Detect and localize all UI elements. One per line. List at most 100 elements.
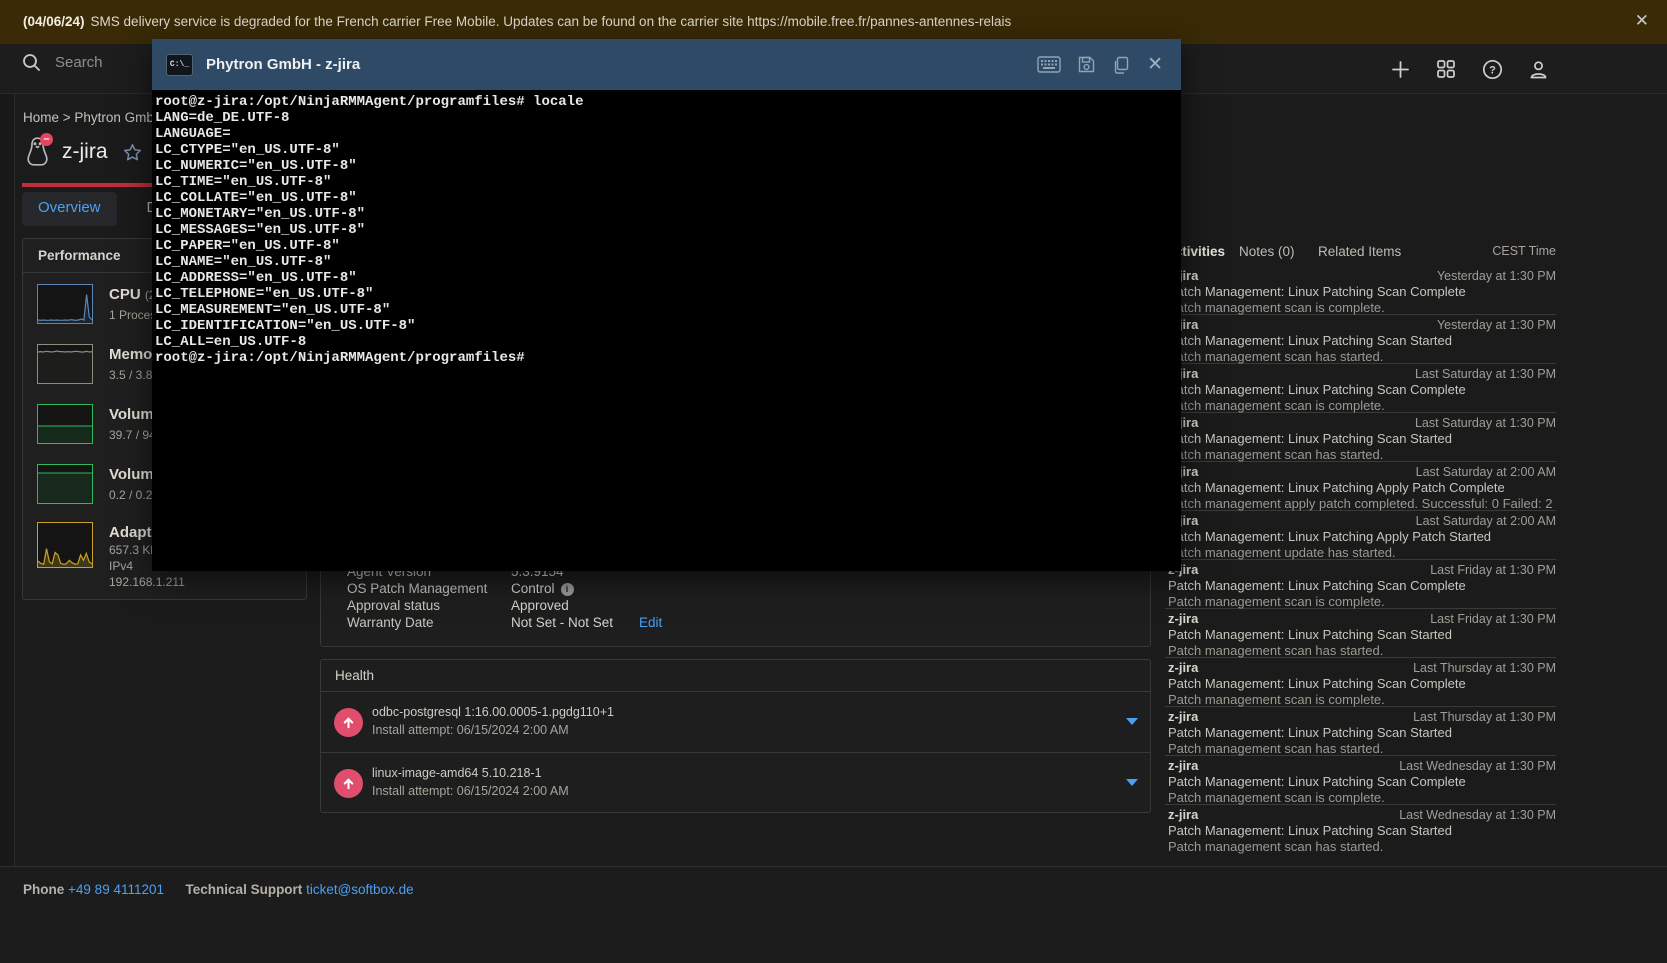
detail-value: Control [511,581,555,597]
phone-link[interactable]: +49 89 4111201 [68,882,164,897]
health-item: linux-image-amd64 5.10.218-1 Install att… [321,753,1150,814]
activity-title: Patch Management: Linux Patching Scan Co… [1168,774,1466,789]
activity-list-item[interactable]: z-jira Last Saturday at 1:30 PM Patch Ma… [1165,364,1556,413]
info-icon[interactable]: i [561,583,574,596]
health-panel-title: Health [321,660,1150,692]
patch-failed-icon [334,708,363,737]
collapsed-sidebar [0,94,15,866]
terminal-close-icon[interactable]: ✕ [1147,56,1163,74]
detail-value: Approved [511,598,569,614]
terminal-output[interactable]: root@z-jira:/opt/NinjaRMMAgent/programfi… [152,90,1181,571]
page-title: z-jira [62,140,108,164]
metric-sparkline-chart[interactable] [37,404,93,444]
keyboard-icon[interactable] [1037,56,1061,73]
metric-sparkline-chart[interactable] [37,522,93,568]
activity-description: Patch management apply patch completed. … [1168,496,1552,511]
activity-list-item[interactable]: z-jira Last Friday at 1:30 PM Patch Mana… [1165,560,1556,609]
activity-timestamp: Last Friday at 1:30 PM [1430,563,1556,577]
activity-title: Patch Management: Linux Patching Apply P… [1168,480,1505,495]
health-item-name: linux-image-amd64 5.10.218-1 [372,766,542,780]
activity-timestamp: Yesterday at 1:30 PM [1437,318,1556,332]
timezone-label: CEST Time [1492,244,1556,258]
activity-description: Patch management scan has started. [1168,447,1383,462]
activity-timestamp: Last Saturday at 2:00 AM [1416,514,1556,528]
activity-description: Patch management scan is complete. [1168,790,1385,805]
activity-title: Patch Management: Linux Patching Scan Co… [1168,676,1466,691]
activity-title: Patch Management: Linux Patching Scan St… [1168,333,1452,348]
ninja-rmm-app: (04/06/24)SMS delivery service is degrad… [0,0,1667,963]
activity-timestamp: Last Wednesday at 1:30 PM [1399,808,1556,822]
device-status-badge: – [40,133,53,146]
detail-label: Warranty Date [347,615,511,631]
activity-list-item[interactable]: z-jira Last Saturday at 2:00 AM Patch Ma… [1165,462,1556,511]
activity-list-item[interactable]: z-jira Last Saturday at 1:30 PM Patch Ma… [1165,413,1556,462]
terminal-title: Phytron GmbH - z-jira [206,56,360,73]
svg-text:?: ? [1489,64,1496,76]
activity-description: Patch management scan has started. [1168,741,1383,756]
activity-title: Patch Management: Linux Patching Scan St… [1168,431,1452,446]
health-item: odbc-postgresql 1:16.00.0005-1.pgdg110+1… [321,692,1150,753]
activity-device-name: z-jira [1168,709,1198,724]
activities-tab[interactable]: Related Items [1318,244,1401,259]
detail-label: Approval status [347,598,511,614]
search-icon[interactable] [22,53,41,72]
footer: Phone +49 89 4111201 Technical Support t… [0,866,1667,963]
activity-description: Patch management scan has started. [1168,839,1383,854]
metric-sparkline-chart[interactable] [37,344,93,384]
activities-panel: CEST Time ActivitiesNotes (0)Related Ite… [1165,240,1556,854]
activity-title: Patch Management: Linux Patching Scan Co… [1168,578,1466,593]
favorite-star-icon[interactable] [122,142,143,163]
activity-list-item[interactable]: z-jira Last Wednesday at 1:30 PM Patch M… [1165,805,1556,854]
activity-title: Patch Management: Linux Patching Scan Co… [1168,382,1466,397]
health-item-detail: Install attempt: 06/15/2024 2:00 AM [372,723,569,737]
activities-tab[interactable]: Notes (0) [1239,244,1295,259]
activity-device-name: z-jira [1168,807,1198,822]
activity-timestamp: Last Friday at 1:30 PM [1430,612,1556,626]
activity-timestamp: Last Saturday at 1:30 PM [1415,416,1556,430]
copy-icon[interactable] [1112,56,1130,74]
alert-banner: (04/06/24)SMS delivery service is degrad… [0,0,1667,44]
expand-caret-icon[interactable] [1126,779,1138,786]
banner-date: (04/06/24) [23,14,85,29]
edit-link[interactable]: Edit [639,615,662,631]
activity-list-item[interactable]: z-jira Last Friday at 1:30 PM Patch Mana… [1165,609,1556,658]
add-new-button[interactable] [1389,58,1411,80]
terminal-titlebar[interactable]: C:\_ Phytron GmbH - z-jira ✕ [152,39,1181,90]
activity-description: Patch management scan is complete. [1168,594,1385,609]
device-tab[interactable]: Overview [22,192,117,226]
health-panel: Health odbc-postgresql 1:16.00.0005-1.pg… [320,659,1151,813]
activity-list-item[interactable]: z-jira Last Thursday at 1:30 PM Patch Ma… [1165,658,1556,707]
activity-list-item[interactable]: z-jira Yesterday at 1:30 PM Patch Manage… [1165,315,1556,364]
banner-close-icon[interactable]: ✕ [1635,11,1649,31]
banner-message: (04/06/24)SMS delivery service is degrad… [23,14,1011,29]
activity-title: Patch Management: Linux Patching Scan St… [1168,627,1452,642]
expand-caret-icon[interactable] [1126,718,1138,725]
metric-sparkline-chart[interactable] [37,464,93,504]
detail-row: Warranty Date Not Set - Not Set Edit [347,615,662,631]
breadcrumb[interactable]: Home > Phytron GmbH [23,110,164,125]
activity-timestamp: Last Saturday at 1:30 PM [1415,367,1556,381]
activity-list-item[interactable]: z-jira Last Wednesday at 1:30 PM Patch M… [1165,756,1556,805]
save-icon[interactable] [1078,56,1095,73]
activity-timestamp: Last Thursday at 1:30 PM [1413,661,1556,675]
device-header: – z-jira [24,136,143,168]
activity-list-item[interactable]: z-jira Last Saturday at 2:00 AM Patch Ma… [1165,511,1556,560]
activity-list-item[interactable]: z-jira Yesterday at 1:30 PM Patch Manage… [1165,266,1556,315]
activity-timestamp: Last Wednesday at 1:30 PM [1399,759,1556,773]
apps-grid-icon[interactable] [1435,58,1457,80]
support-label: Technical Support [186,882,303,897]
activity-device-name: z-jira [1168,758,1198,773]
metric-sparkline-chart[interactable] [37,284,93,324]
user-icon[interactable] [1527,58,1549,80]
detail-value: Not Set - Not Set [511,615,613,631]
metric-subtext: 192.168.1.211 [109,575,185,589]
activity-description: Patch management scan has started. [1168,643,1383,658]
detail-row: Approval status Approved [347,598,569,614]
activity-list-item[interactable]: z-jira Last Thursday at 1:30 PM Patch Ma… [1165,707,1556,756]
terminal-icon: C:\_ [166,54,193,76]
help-icon[interactable]: ? [1481,58,1503,80]
activity-title: Patch Management: Linux Patching Scan Co… [1168,284,1466,299]
activity-device-name: z-jira [1168,611,1198,626]
support-email-link[interactable]: ticket@softbox.de [306,882,414,897]
activity-title: Patch Management: Linux Patching Scan St… [1168,725,1452,740]
